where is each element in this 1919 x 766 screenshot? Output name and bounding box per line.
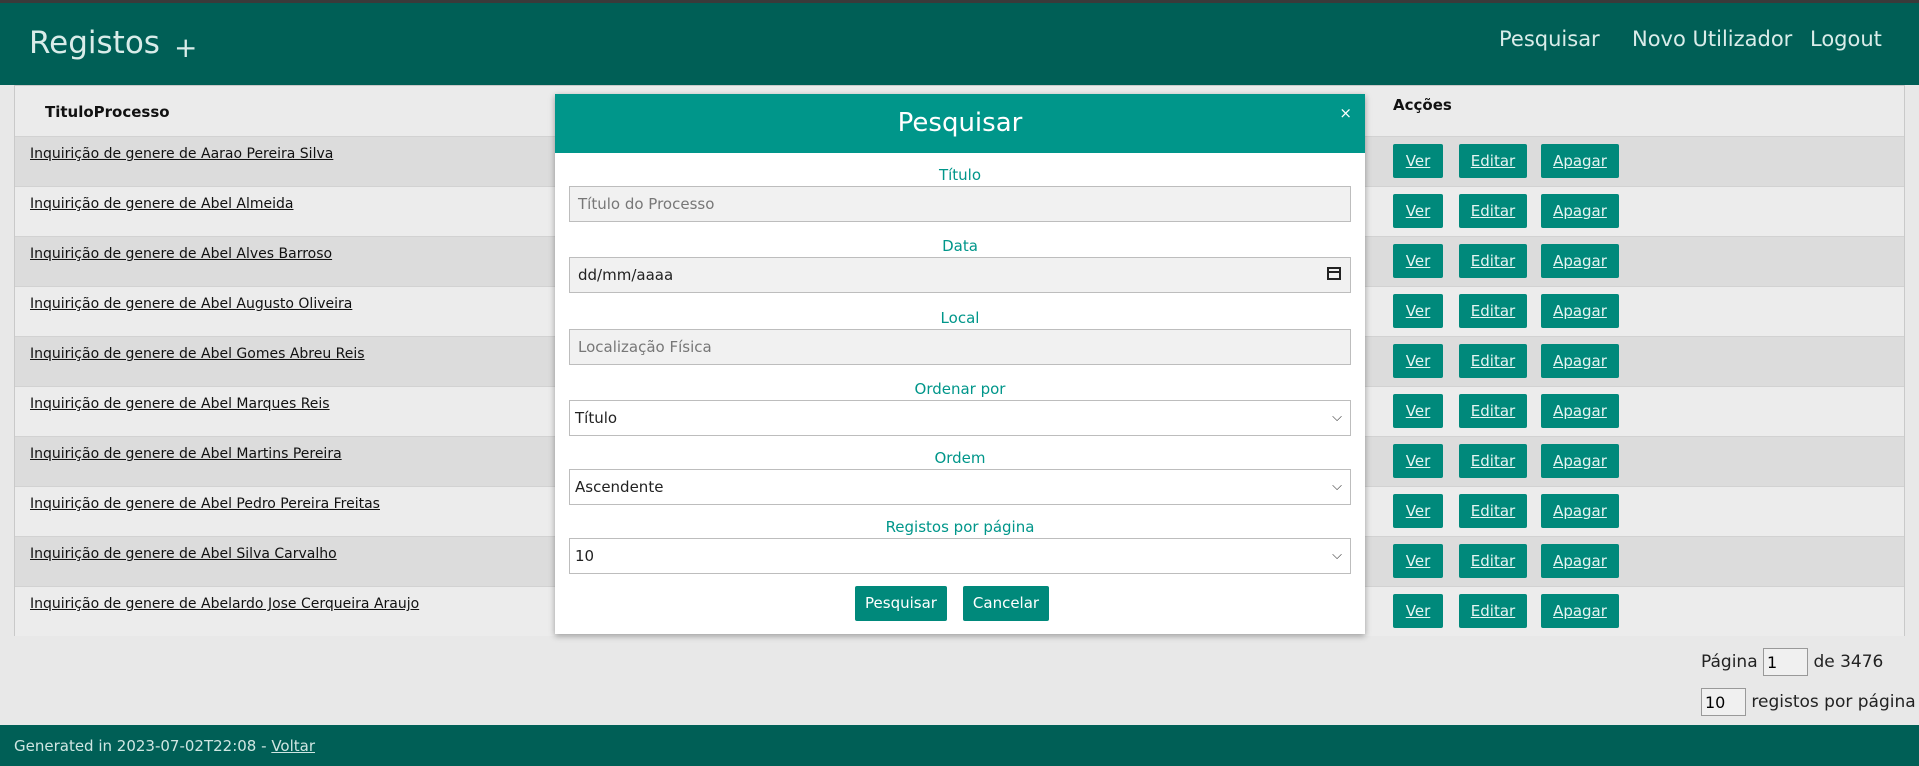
pesquisar-submit-button[interactable]: Pesquisar: [855, 586, 947, 621]
ordem-value: Ascendente: [575, 478, 664, 496]
local-input[interactable]: Localização Física: [569, 329, 1351, 365]
modal-header: Pesquisar ×: [555, 94, 1365, 153]
titulo-input[interactable]: Título do Processo: [569, 186, 1351, 222]
registos-por-pagina-select[interactable]: 10 ⌵: [569, 538, 1351, 574]
ordenar-por-label: Ordenar por: [914, 380, 1006, 398]
chevron-down-icon: ⌵: [1332, 548, 1342, 563]
search-modal: Pesquisar × Título Título do Processo Da…: [555, 94, 1365, 634]
data-placeholder: dd/mm/aaaa: [578, 266, 674, 284]
cancelar-button[interactable]: Cancelar: [963, 586, 1049, 621]
close-icon[interactable]: ×: [1339, 104, 1352, 122]
calendar-icon[interactable]: [1327, 267, 1341, 280]
titulo-label: Título: [938, 166, 982, 184]
data-input[interactable]: dd/mm/aaaa: [569, 257, 1351, 293]
modal-title: Pesquisar: [897, 108, 1023, 138]
registos-por-pagina-value: 10: [575, 547, 595, 565]
registos-por-pagina-label: Registos por página: [885, 518, 1035, 536]
ordenar-por-select[interactable]: Título ⌵: [569, 400, 1351, 436]
chevron-down-icon: ⌵: [1332, 479, 1342, 494]
local-label: Local: [940, 309, 980, 327]
ordem-select[interactable]: Ascendente ⌵: [569, 469, 1351, 505]
ordenar-por-value: Título: [575, 409, 618, 427]
ordem-label: Ordem: [934, 449, 986, 467]
chevron-down-icon: ⌵: [1332, 410, 1342, 425]
data-label: Data: [942, 237, 978, 255]
